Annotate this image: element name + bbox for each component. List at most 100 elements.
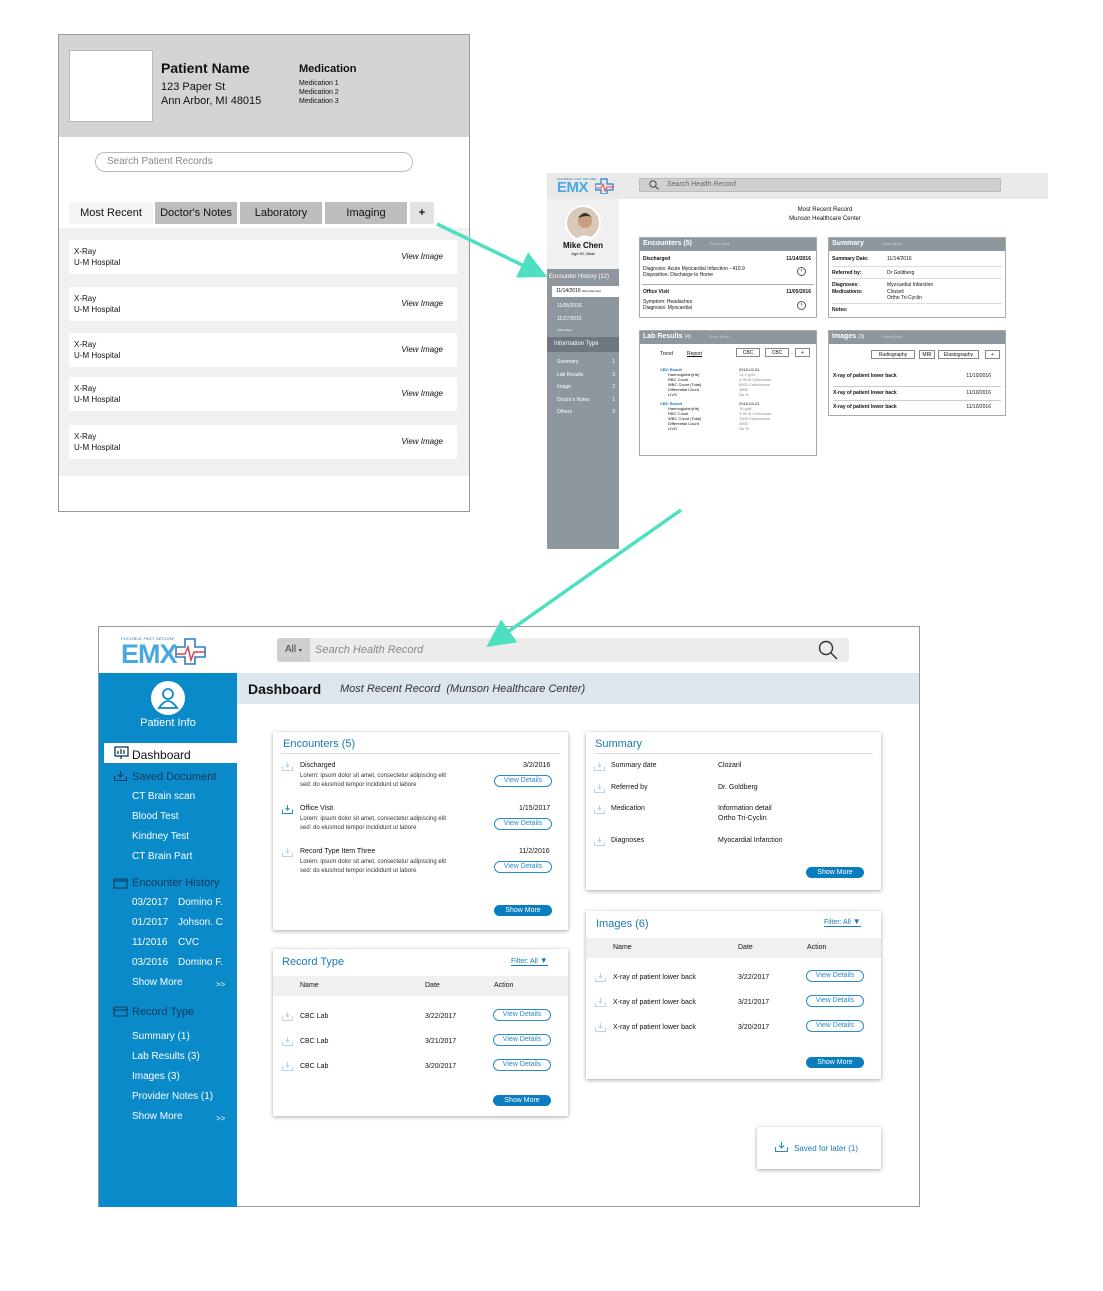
encounter-item[interactable]: Office Visit 11/05/2016 Symptom: Headache… [643, 289, 811, 311]
medication-item: Medication 2 [299, 89, 339, 96]
nav-record-item[interactable]: Lab Results (3) [132, 1051, 200, 1062]
lab-result-block: CBC Result 2015-02-01 Haemoglobin(Hb) 14.2… [660, 367, 772, 431]
tab-report[interactable]: Report [687, 351, 702, 357]
history-item[interactable]: 11/27/2015 [557, 316, 582, 322]
nav-saved-item[interactable]: CT Brain Part [132, 851, 192, 862]
wireframe-screen: Patient Name 123 Paper St Ann Arbor, MI … [58, 34, 470, 512]
image-rows: X-ray of patient lower back 11/10/2016 X-… [833, 373, 1001, 415]
show-more-button[interactable]: Show More [493, 1095, 551, 1106]
summary-panel: Summary Summary date Clozaril Referred b… [586, 732, 881, 890]
view-image-link[interactable]: View Image [401, 344, 443, 355]
summary-key: Medication [611, 805, 645, 812]
tab-mri[interactable]: MRI [919, 350, 935, 359]
summary-key: Referred by [611, 784, 648, 791]
summary-key: Summary date [611, 762, 657, 769]
info-type-item[interactable]: Others 3 [557, 409, 615, 422]
view-image-link[interactable]: View Image [401, 436, 443, 447]
tab-radiography[interactable]: Radiography [871, 350, 915, 359]
add-tab-button[interactable]: + [795, 348, 810, 357]
nav-encounter-item[interactable]: 03/2017 Domino F. [132, 897, 223, 908]
add-tab-button[interactable]: + [410, 202, 434, 224]
history-item-active[interactable]: 11/14/2016 (Most Recent) [552, 286, 619, 297]
info-type-item[interactable]: Summary 1 [557, 359, 615, 372]
nav-show-more[interactable]: Show More [132, 1111, 183, 1122]
list-item[interactable]: X-Ray U-M Hospital View Image [69, 287, 457, 321]
nav-record-item[interactable]: Provider Notes (1) [132, 1091, 213, 1102]
nav-show-more[interactable]: Show More [132, 977, 183, 988]
tab-cbc[interactable]: CBC [765, 348, 789, 357]
list-item[interactable]: X-Ray U-M Hospital View Image [69, 425, 457, 459]
chevron-right-icon[interactable]: › [797, 267, 806, 276]
user-avatar-icon[interactable] [150, 680, 186, 716]
table-row[interactable]: X-ray of patient lower back 11/10/2016 [833, 387, 1001, 401]
search-patient-records-input[interactable]: Search Patient Records [95, 152, 413, 172]
list-item[interactable]: X-Ray U-M Hospital View Image [69, 240, 457, 274]
chevron-double-right-icon[interactable]: >> [216, 1114, 225, 1123]
saved-for-later-card[interactable]: Saved for later (1) [757, 1127, 881, 1169]
tab-most-recent[interactable]: Most Recent [69, 202, 153, 224]
list-item[interactable]: X-Ray U-M Hospital View Image [69, 333, 457, 367]
view-image-link[interactable]: View Image [401, 298, 443, 309]
table-row[interactable]: X-ray of patient lower back 11/10/2016 [833, 373, 1001, 387]
info-type-item[interactable]: Doctor's Notes 1 [557, 397, 615, 410]
view-details-button[interactable]: View Details [806, 995, 864, 1007]
info-type-item[interactable]: Lab Results 3 [557, 372, 615, 385]
view-details-button[interactable]: View Details [493, 1034, 551, 1046]
nav-encounter-item[interactable]: 01/2017 Johson. C [132, 917, 223, 928]
tab-trend[interactable]: Trend [660, 351, 673, 357]
nav-saved-item[interactable]: CT Brain scan [132, 791, 195, 802]
tab-doctors-notes[interactable]: Doctor's Notes [155, 202, 237, 224]
record-date: 3/21/2017 [425, 1038, 457, 1045]
tab-imaging[interactable]: Imaging [325, 202, 407, 224]
encounter-item[interactable]: Discharged 11/14/2016 Diagnosis: Acute My… [643, 256, 811, 278]
nav-saved-item[interactable]: Kindney Test [132, 831, 189, 842]
search-scope-select[interactable]: All ▾ [277, 638, 310, 662]
history-show-more[interactable]: Show More [557, 328, 572, 332]
table-row[interactable]: X-ray of patient lower back 11/10/2016 [833, 401, 1001, 415]
list-item[interactable]: X-Ray U-M Hospital View Image [69, 377, 457, 411]
chevron-double-right-icon[interactable]: >> [216, 980, 225, 989]
nav-encounter-item[interactable]: 11/2016 CVC [132, 937, 199, 948]
nav-record-item[interactable]: Images (3) [132, 1071, 180, 1082]
view-details-button[interactable]: View Details [494, 818, 552, 830]
show-more-button[interactable]: Show More [806, 1057, 864, 1068]
chevron-right-icon[interactable]: › [797, 301, 806, 310]
search-icon[interactable] [818, 640, 838, 660]
summary-value: Ortho Tri-Cyclin [718, 815, 767, 822]
filter-dropdown[interactable]: Filter: All ▼ [824, 917, 861, 927]
search-health-record-input[interactable]: Search Health Record [639, 178, 1001, 192]
nav-encounter-history[interactable]: Encounter History [132, 877, 219, 889]
saved-for-later-label[interactable]: Saved for later (1) [794, 1144, 858, 1153]
encounter-history-heading[interactable]: Encounter History (12) [549, 274, 609, 280]
tray-icon [282, 762, 293, 771]
nav-encounter-item[interactable]: 03/2016 Domino F. [132, 957, 223, 968]
tab-laboratory[interactable]: Laboratory [240, 202, 322, 224]
view-details-button[interactable]: View Details [494, 775, 552, 787]
patient-info-link[interactable]: Patient Info [99, 717, 237, 729]
add-tab-button[interactable]: + [985, 350, 1000, 359]
nav-record-item[interactable]: Summary (1) [132, 1031, 190, 1042]
tab-elastography[interactable]: Elastography [938, 350, 979, 359]
record-hospital: U-M Hospital [74, 443, 121, 452]
view-details-button[interactable]: View Details [494, 861, 552, 873]
nav-saved-document[interactable]: Saved Document [132, 771, 216, 783]
filter-dropdown[interactable]: Filter: All ▼ [511, 956, 548, 966]
nav-dashboard[interactable]: Dashboard [132, 748, 191, 762]
encounter-desc: sed: do eiusmod tempor incididunt ut lab… [300, 782, 417, 788]
show-more-button[interactable]: Show More [806, 867, 864, 878]
view-image-link[interactable]: View Image [401, 388, 443, 399]
info-type-item[interactable]: Image 2 [557, 384, 615, 397]
images-card: Images (3) Show More Radiography MRI Elas… [828, 330, 1006, 416]
tab-cbc[interactable]: CBC [736, 348, 760, 357]
show-more-button[interactable]: Show More [494, 905, 552, 916]
view-details-button[interactable]: View Details [493, 1059, 551, 1071]
view-details-button[interactable]: View Details [806, 970, 864, 982]
nav-saved-item[interactable]: Blood Test [132, 811, 179, 822]
nav-record-type[interactable]: Record Type [132, 1006, 194, 1018]
view-image-link[interactable]: View Image [401, 251, 443, 262]
view-details-button[interactable]: View Details [806, 1020, 864, 1032]
tray-icon [282, 848, 293, 857]
search-health-record-input[interactable]: Search Health Record [315, 644, 423, 656]
history-item[interactable]: 11/05/2016 [557, 303, 582, 309]
view-details-button[interactable]: View Details [493, 1009, 551, 1021]
